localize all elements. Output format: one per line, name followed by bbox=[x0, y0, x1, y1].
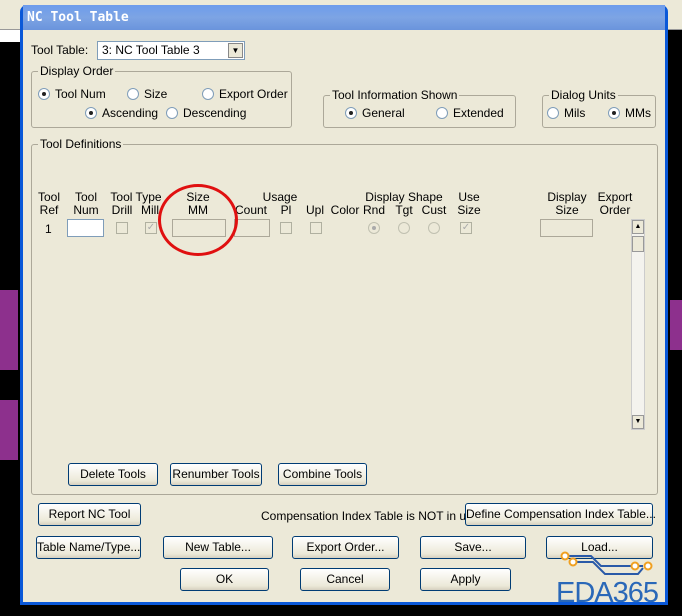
report-nc-tool-button[interactable]: Report NC Tool bbox=[38, 503, 141, 526]
radio-size[interactable]: Size bbox=[127, 87, 167, 101]
header-upl: Upl bbox=[305, 203, 324, 217]
tool-num-input[interactable] bbox=[67, 219, 104, 237]
tool-table-select[interactable]: 3: NC Tool Table 3 ▼ bbox=[97, 41, 245, 60]
tool-definitions-label: Tool Definitions bbox=[38, 137, 124, 151]
radio-rnd[interactable] bbox=[368, 222, 380, 234]
tool-info-label: Tool Information Shown bbox=[330, 88, 460, 102]
scroll-down-icon[interactable]: ▼ bbox=[632, 415, 644, 429]
pcb-background bbox=[670, 300, 682, 350]
radio-cust[interactable] bbox=[428, 222, 440, 234]
header-display-size: Display Size bbox=[547, 190, 587, 217]
tool-table-label: Tool Table: bbox=[31, 43, 89, 57]
radio-mms[interactable]: MMs bbox=[608, 106, 651, 120]
header-rnd: Rnd bbox=[362, 203, 385, 217]
combine-tools-button[interactable]: Combine Tools bbox=[278, 463, 367, 486]
delete-tools-button[interactable]: Delete Tools bbox=[68, 463, 158, 486]
pcb-background bbox=[0, 290, 18, 370]
ok-button[interactable]: OK bbox=[180, 568, 269, 591]
radio-tool-num[interactable]: Tool Num bbox=[38, 87, 106, 101]
chevron-down-icon[interactable]: ▼ bbox=[228, 43, 243, 58]
annotation-circle bbox=[158, 184, 238, 256]
cancel-button[interactable]: Cancel bbox=[300, 568, 390, 591]
mill-checkbox[interactable]: ✓ bbox=[145, 222, 157, 234]
header-tool-num: Tool Num bbox=[73, 190, 99, 217]
radio-mils[interactable]: Mils bbox=[547, 106, 585, 120]
vertical-scrollbar[interactable]: ▲ ▼ bbox=[631, 219, 645, 430]
save-button[interactable]: Save... bbox=[420, 536, 526, 559]
background-field bbox=[0, 30, 20, 42]
tool-ref-value: 1 bbox=[45, 222, 52, 236]
header-pl: Pl bbox=[280, 203, 292, 217]
dialog-title: NC Tool Table bbox=[23, 5, 665, 30]
count-input[interactable] bbox=[234, 219, 270, 237]
table-name-type-button[interactable]: Table Name/Type... bbox=[36, 536, 141, 559]
header-color: Color bbox=[330, 203, 360, 217]
define-compensation-button[interactable]: Define Compensation Index Table... bbox=[465, 503, 656, 526]
pcb-background bbox=[0, 400, 18, 460]
new-table-button[interactable]: New Table... bbox=[163, 536, 273, 559]
header-count: Count bbox=[234, 203, 268, 217]
watermark-text: EDA365 bbox=[556, 577, 659, 609]
radio-ascending[interactable]: Ascending bbox=[85, 106, 158, 120]
use-size-checkbox[interactable]: ✓ bbox=[460, 222, 472, 234]
header-export-order: Export Order bbox=[597, 190, 633, 217]
display-size-input[interactable] bbox=[540, 219, 593, 237]
circuit-logo-icon bbox=[560, 551, 653, 575]
radio-extended[interactable]: Extended bbox=[436, 106, 504, 120]
upl-checkbox[interactable] bbox=[310, 222, 322, 234]
header-drill: Drill bbox=[111, 203, 133, 217]
display-order-label: Display Order bbox=[38, 64, 116, 78]
renumber-tools-button[interactable]: Renumber Tools bbox=[170, 463, 262, 486]
compensation-status: Compensation Index Table is NOT in use: bbox=[261, 509, 483, 523]
export-order-button[interactable]: Export Order... bbox=[292, 536, 399, 559]
radio-tgt[interactable] bbox=[398, 222, 410, 234]
header-use-size: Use Size bbox=[457, 190, 481, 217]
tool-table-value: 3: NC Tool Table 3 bbox=[102, 43, 200, 57]
dialog-units-label: Dialog Units bbox=[549, 88, 618, 102]
apply-button[interactable]: Apply bbox=[420, 568, 511, 591]
scroll-thumb[interactable] bbox=[632, 236, 644, 252]
drill-checkbox[interactable] bbox=[116, 222, 128, 234]
radio-general[interactable]: General bbox=[345, 106, 405, 120]
radio-export-order[interactable]: Export Order bbox=[202, 87, 288, 101]
header-tgt: Tgt bbox=[395, 203, 413, 217]
pl-checkbox[interactable] bbox=[280, 222, 292, 234]
scroll-up-icon[interactable]: ▲ bbox=[632, 220, 644, 234]
header-tool-ref: Tool Ref bbox=[37, 190, 60, 217]
header-cust: Cust bbox=[421, 203, 447, 217]
radio-descending[interactable]: Descending bbox=[166, 106, 246, 120]
